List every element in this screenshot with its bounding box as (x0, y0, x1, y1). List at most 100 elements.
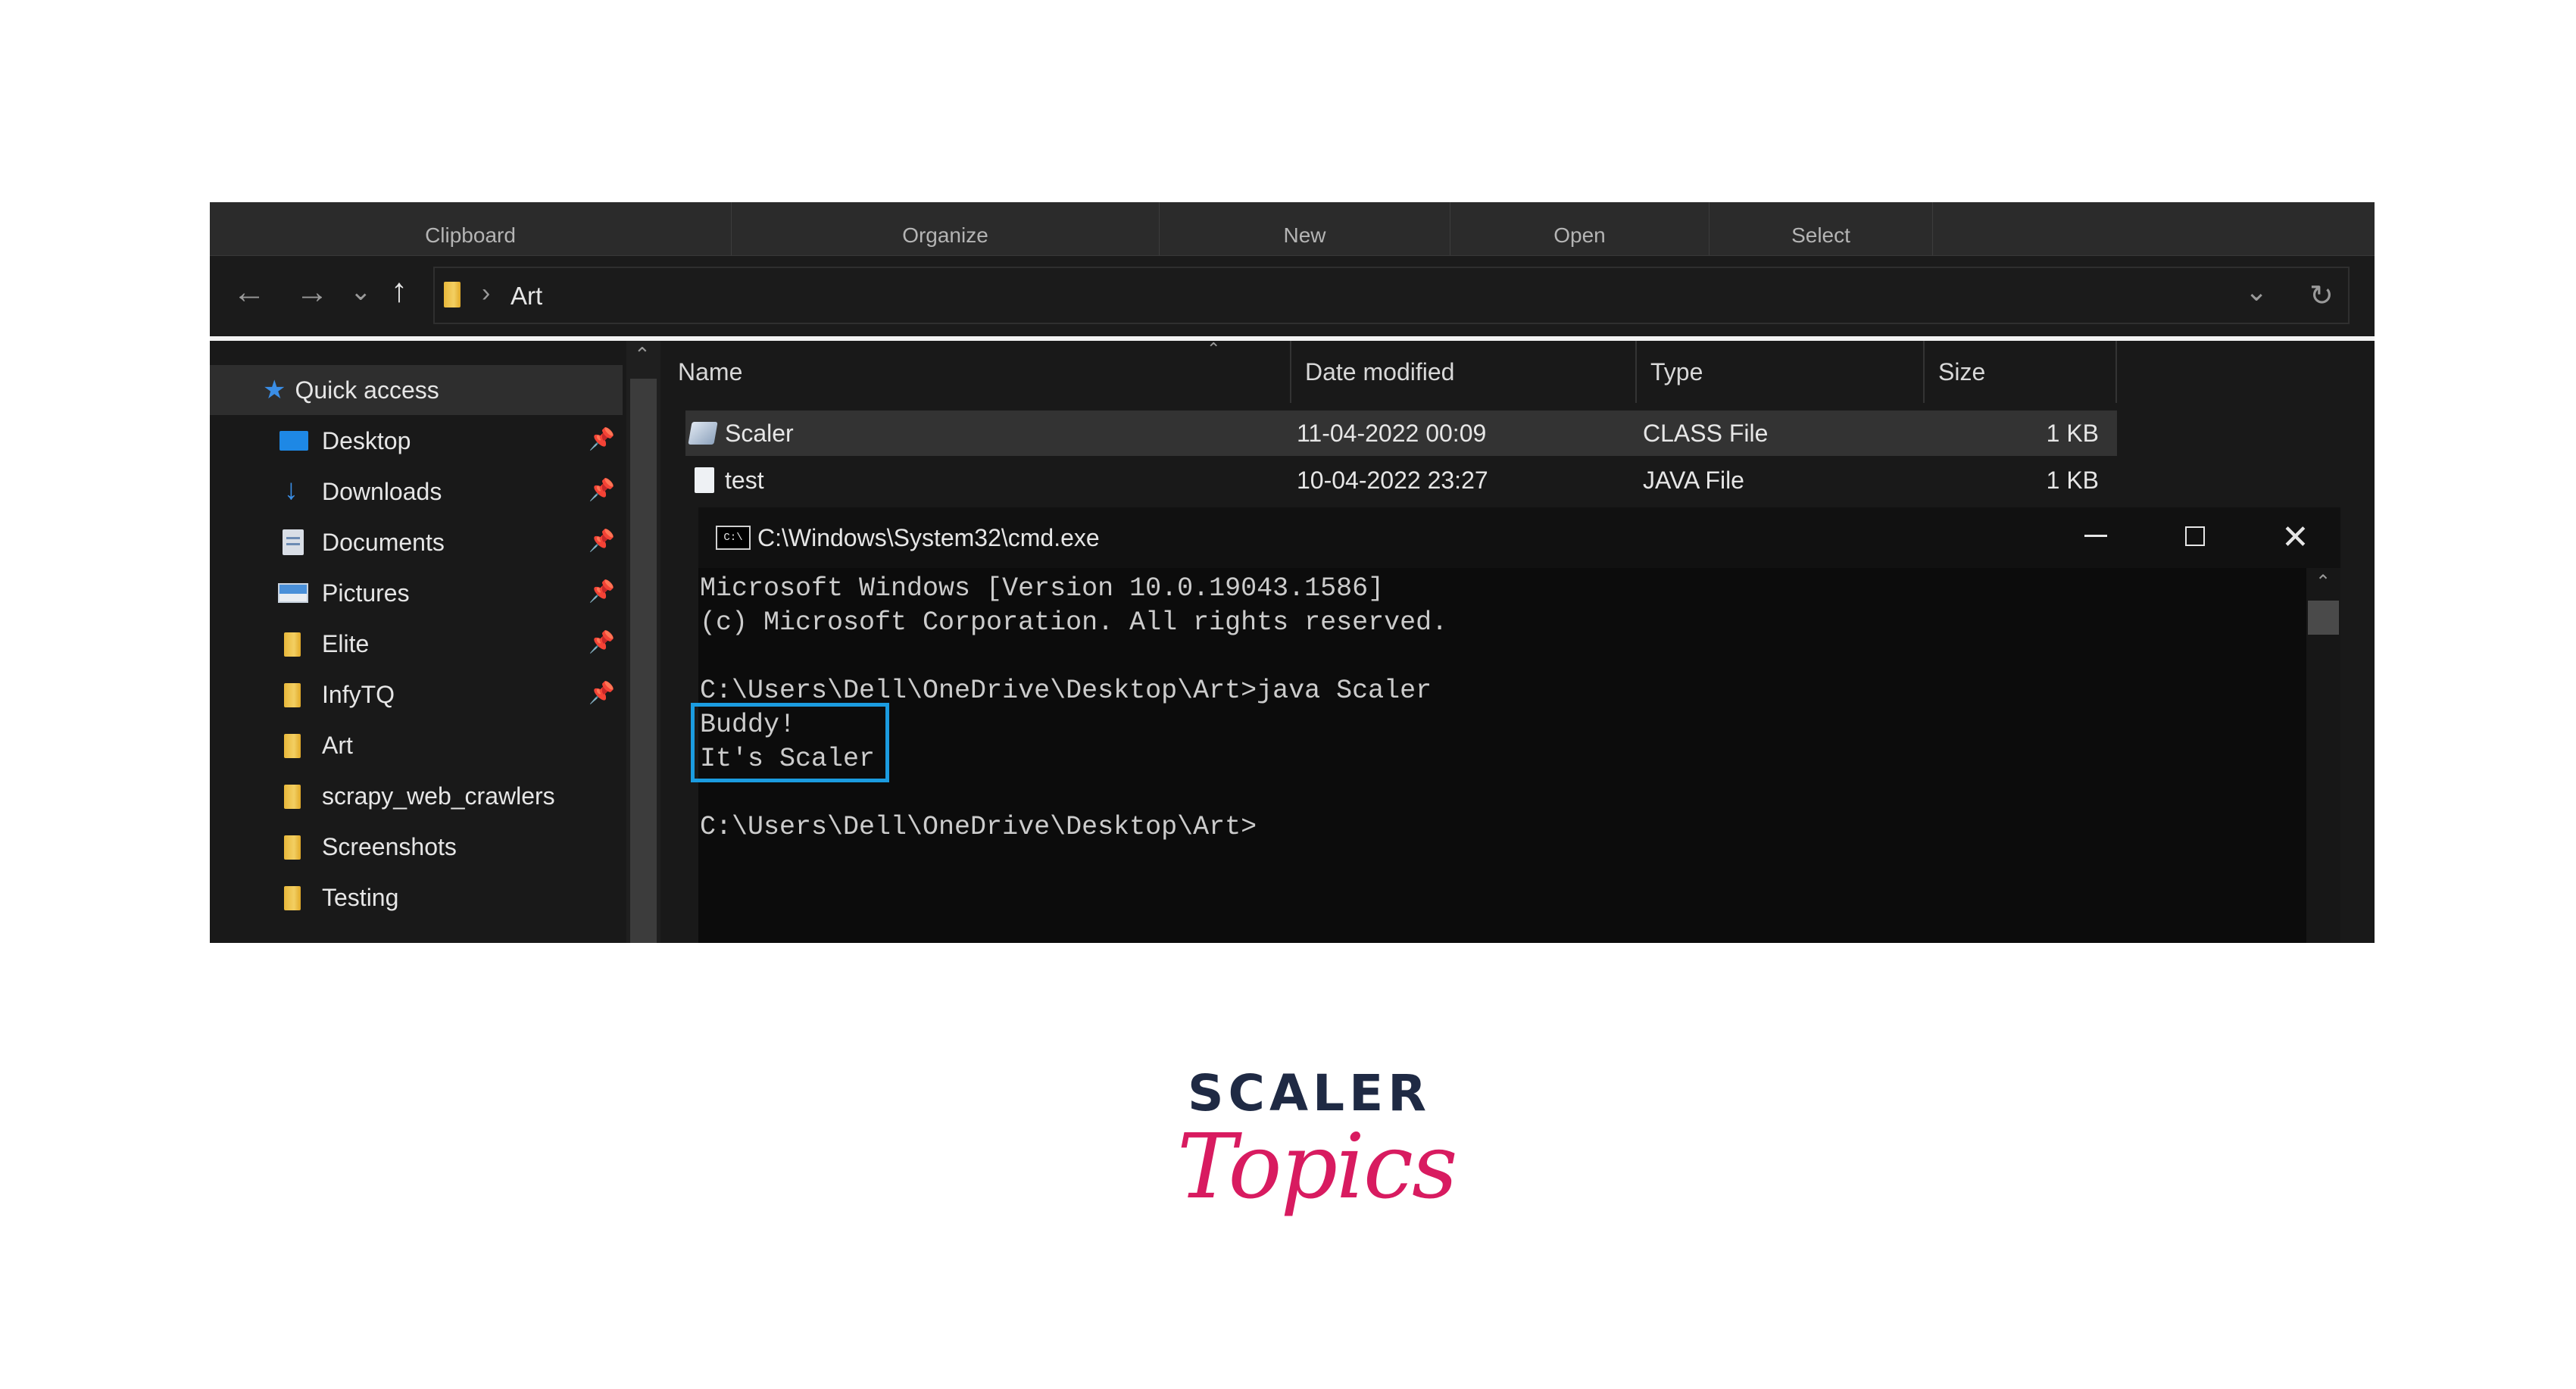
sidebar-item-art[interactable]: Art (210, 720, 623, 770)
pin-icon[interactable]: 📌 (589, 680, 615, 705)
logo-topics-text: Topics (1177, 1114, 1458, 1219)
forward-arrow-icon[interactable]: → (295, 276, 329, 309)
pin-icon[interactable]: 📌 (589, 528, 615, 553)
file-date: 10-04-2022 23:27 (1297, 466, 1488, 494)
ribbon-group-organize[interactable]: Organize (732, 202, 1160, 255)
pin-icon[interactable]: 📌 (589, 579, 615, 604)
sidebar-item-label: Elite (322, 629, 370, 657)
scroll-up-icon[interactable]: ⌃ (634, 343, 651, 367)
ribbon-group-select[interactable]: Select (1710, 202, 1933, 255)
desktop-icon (278, 428, 308, 454)
file-size: 1 KB (2046, 466, 2099, 494)
column-header-label: Name (678, 357, 743, 385)
folder-icon (444, 282, 461, 307)
folder-icon (278, 682, 308, 707)
sidebar-item-label: Pictures (322, 579, 410, 607)
pin-icon[interactable]: 📌 (589, 477, 615, 502)
file-name: Scaler (725, 419, 794, 447)
ribbon-group-label: Organize (902, 223, 988, 247)
ribbon-group-label: New (1283, 223, 1326, 247)
cmd-window: C:\ C:\Windows\System32\cmd.exe ✕ Micros… (698, 507, 2340, 943)
sidebar-item-label: InfyTQ (322, 680, 395, 708)
sidebar-item-label: scrapy_web_crawlers (322, 782, 555, 810)
cmd-line: Buddy! (700, 710, 796, 740)
cmd-title-bar[interactable]: C:\ C:\Windows\System32\cmd.exe ✕ (698, 507, 2340, 568)
cmd-line: It's Scaler (700, 744, 876, 774)
column-header-label: Type (1650, 357, 1703, 385)
sidebar-item-documents[interactable]: Documents 📌 (210, 517, 623, 567)
sidebar-item-label: Screenshots (322, 832, 457, 860)
address-bar[interactable]: › Art ⌄ ↻ (433, 267, 2350, 324)
class-file-icon (688, 410, 718, 456)
breadcrumb-separator-icon: › (482, 279, 491, 307)
column-header-type[interactable]: Type (1637, 341, 1925, 403)
sidebar-item-infytq[interactable]: InfyTQ 📌 (210, 670, 623, 719)
cmd-line: C:\Users\Dell\OneDrive\Desktop\Art> (700, 812, 1257, 842)
file-size: 1 KB (2046, 419, 2099, 447)
sidebar-item-downloads[interactable]: ↓ Downloads 📌 (210, 467, 623, 517)
cmd-line (700, 640, 2306, 674)
cmd-title: C:\Windows\System32\cmd.exe (757, 524, 1100, 551)
sidebar-item-elite[interactable]: Elite 📌 (210, 619, 623, 669)
cmd-line (700, 776, 2306, 810)
star-icon: ★ (263, 376, 286, 404)
sidebar-item-label: Testing (322, 883, 399, 911)
scroll-up-icon[interactable]: ⌃ (2315, 571, 2331, 593)
ribbon-group-new[interactable]: New (1160, 202, 1450, 255)
folder-icon (278, 732, 308, 758)
ribbon-group-label: Select (1791, 223, 1850, 247)
back-arrow-icon[interactable]: ← (233, 276, 266, 309)
sidebar-scrollbar-thumb[interactable] (630, 379, 657, 943)
ribbon-group-label: Open (1553, 223, 1606, 247)
download-icon: ↓ (284, 474, 298, 506)
ribbon-group-clipboard[interactable]: Clipboard (210, 202, 732, 255)
column-header-date-modified[interactable]: Date modified (1291, 341, 1637, 403)
pictures-icon (278, 580, 308, 606)
breadcrumb-item[interactable]: Art (511, 282, 542, 311)
cmd-icon: C:\ (716, 526, 751, 550)
recent-chevron-icon[interactable]: ⌄ (350, 279, 372, 304)
sidebar-item-desktop[interactable]: Desktop 📌 (210, 416, 623, 466)
navigation-pane: ★ Quick access Desktop 📌 ↓ Downloads 📌 D… (210, 341, 660, 943)
folder-icon (278, 631, 308, 657)
sidebar-item-quick-access[interactable]: ★ Quick access (210, 365, 623, 415)
sidebar-item-label: Art (322, 731, 353, 759)
text-file-icon (695, 457, 714, 503)
sidebar-item-label: Downloads (322, 477, 442, 505)
sidebar-item-testing[interactable]: Testing (210, 872, 623, 922)
pin-icon[interactable]: 📌 (589, 629, 615, 654)
cmd-scrollbar-thumb[interactable] (2308, 601, 2339, 635)
cmd-line: (c) Microsoft Corporation. All rights re… (700, 607, 1448, 638)
file-row[interactable]: test 10-04-2022 23:27 JAVA File 1 KB (685, 457, 2117, 503)
sidebar-item-pictures[interactable]: Pictures 📌 (210, 568, 623, 618)
sidebar-item-label: Documents (322, 528, 445, 556)
documents-icon (278, 529, 308, 555)
cmd-output[interactable]: Microsoft Windows [Version 10.0.19043.15… (700, 572, 2306, 943)
refresh-icon[interactable]: ↻ (2309, 279, 2334, 313)
navigation-bar: ← → ⌄ ↑ › Art ⌄ ↻ (210, 256, 2375, 335)
folder-icon (278, 783, 308, 809)
cmd-line: Microsoft Windows [Version 10.0.19043.15… (700, 573, 1385, 604)
chevron-down-icon[interactable]: ⌄ (2245, 276, 2268, 307)
sidebar-item-scrapy-web-crawlers[interactable]: scrapy_web_crawlers (210, 771, 623, 821)
file-name: test (725, 466, 764, 494)
cmd-scrollbar[interactable]: ⌃ (2306, 568, 2340, 943)
column-header-name[interactable]: Name (664, 341, 1291, 403)
folder-icon (278, 834, 308, 860)
cmd-line: C:\Users\Dell\OneDrive\Desktop\Art>java … (700, 676, 1432, 706)
close-icon[interactable]: ✕ (2281, 518, 2309, 557)
scaler-topics-logo: SCALER Topics (1177, 1064, 1458, 1261)
minimize-icon[interactable] (2084, 535, 2107, 537)
ribbon-group-open[interactable]: Open (1450, 202, 1710, 255)
maximize-icon[interactable] (2185, 526, 2205, 546)
pin-icon[interactable]: 📌 (589, 426, 615, 451)
ribbon-group-label: Clipboard (425, 223, 516, 247)
sidebar-item-screenshots[interactable]: Screenshots (210, 822, 623, 872)
up-arrow-icon[interactable]: ↑ (391, 274, 407, 307)
sidebar-item-label: Quick access (295, 376, 439, 404)
folder-icon (278, 885, 308, 910)
file-type: JAVA File (1643, 466, 1744, 494)
file-row[interactable]: Scaler 11-04-2022 00:09 CLASS File 1 KB (685, 410, 2117, 456)
output-highlight-box (691, 703, 889, 782)
column-header-size[interactable]: Size (1925, 341, 2117, 403)
